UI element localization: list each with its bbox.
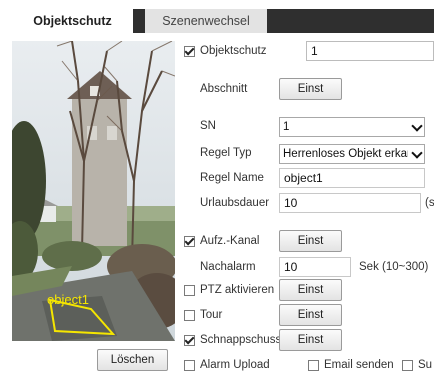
objektschutz-field[interactable]: 1	[306, 41, 434, 61]
objektschutz-label: Objektschutz	[200, 45, 267, 57]
regel-name-label: Regel Name	[200, 172, 264, 184]
email-label: Email senden	[324, 359, 394, 371]
sn-select[interactable]: 1	[279, 117, 425, 137]
delete-button[interactable]: Löschen	[97, 349, 168, 371]
aufz-kanal-label: Aufz.-Kanal	[200, 235, 260, 247]
tour-checkbox[interactable]	[184, 310, 195, 321]
su-checkbox[interactable]	[402, 360, 413, 371]
urlaubsdauer-unit: (s	[425, 197, 434, 209]
nachalarm-label: Nachalarm	[200, 261, 256, 273]
regel-name-field[interactable]: object1	[279, 168, 425, 188]
objektschutz-checkbox[interactable]	[184, 46, 195, 57]
tour-einst-button[interactable]: Einst	[279, 304, 342, 326]
urlaubsdauer-label: Urlaubsdauer	[200, 197, 270, 209]
abschnitt-einst-button[interactable]: Einst	[279, 78, 342, 100]
regel-typ-select[interactable]: Herrenloses Objekt erkan	[279, 144, 425, 164]
regel-typ-value: Herrenloses Objekt erkan	[283, 148, 414, 160]
email-checkbox[interactable]	[308, 360, 319, 371]
su-label: Su	[418, 359, 433, 371]
ptz-checkbox[interactable]	[184, 285, 195, 296]
aufz-kanal-einst-button[interactable]: Einst	[279, 230, 342, 252]
nachalarm-unit: Sek (10~300)	[359, 261, 429, 273]
abschnitt-label: Abschnitt	[200, 83, 248, 95]
alarm-upload-label: Alarm Upload	[200, 359, 270, 371]
schnappschuss-label: Schnappschuss	[200, 334, 282, 346]
regel-typ-label: Regel Typ	[200, 147, 252, 159]
urlaubsdauer-field[interactable]: 10	[279, 193, 421, 213]
schnappschuss-checkbox[interactable]	[184, 335, 195, 346]
tour-label: Tour	[200, 309, 223, 321]
ptz-einst-button[interactable]: Einst	[279, 279, 342, 301]
tab-objektschutz[interactable]: Objektschutz	[12, 9, 133, 33]
tab-szenenwechsel[interactable]: Szenenwechsel	[145, 9, 267, 33]
ptz-label: PTZ aktivieren	[200, 284, 275, 296]
sn-label: SN	[200, 120, 216, 132]
region-label: object1	[47, 292, 89, 307]
sn-value: 1	[283, 121, 290, 133]
aufz-kanal-checkbox[interactable]	[184, 236, 195, 247]
camera-scene	[12, 41, 175, 341]
nachalarm-field[interactable]: 10	[279, 257, 351, 277]
camera-preview[interactable]: object1	[12, 41, 175, 341]
alarm-upload-checkbox[interactable]	[184, 360, 195, 371]
left-border	[0, 33, 12, 385]
schnappschuss-einst-button[interactable]: Einst	[279, 329, 342, 351]
